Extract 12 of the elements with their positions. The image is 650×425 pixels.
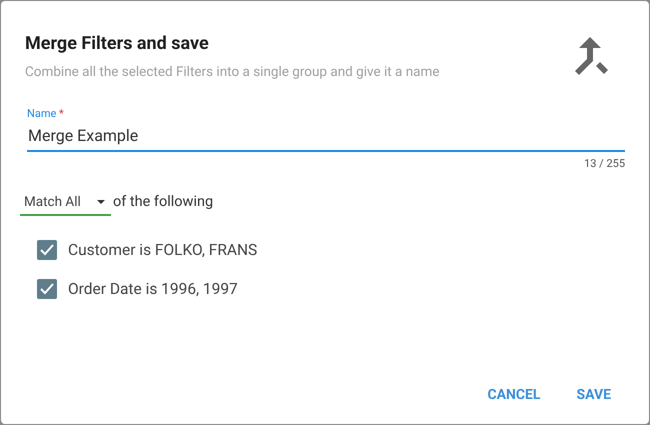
filter-checkbox[interactable]: [37, 279, 57, 300]
match-dropdown[interactable]: Match All: [20, 192, 111, 216]
character-counter: 13 / 255: [584, 156, 625, 172]
dialog-title: Merge Filters and save: [25, 33, 210, 56]
dialog-subtitle: Combine all the selected Filters into a single group and give it a name: [25, 62, 440, 82]
name-field[interactable]: Merge Example: [27, 122, 625, 152]
filter-label: Customer is FOLKO, FRANS: [68, 240, 258, 260]
filter-label: Order Date is 1996, 1997: [68, 278, 238, 300]
match-suffix: of the following: [113, 192, 214, 212]
caret-icon: [97, 200, 105, 204]
filter-checkbox[interactable]: [37, 240, 57, 260]
field-label: Name *: [27, 106, 65, 122]
